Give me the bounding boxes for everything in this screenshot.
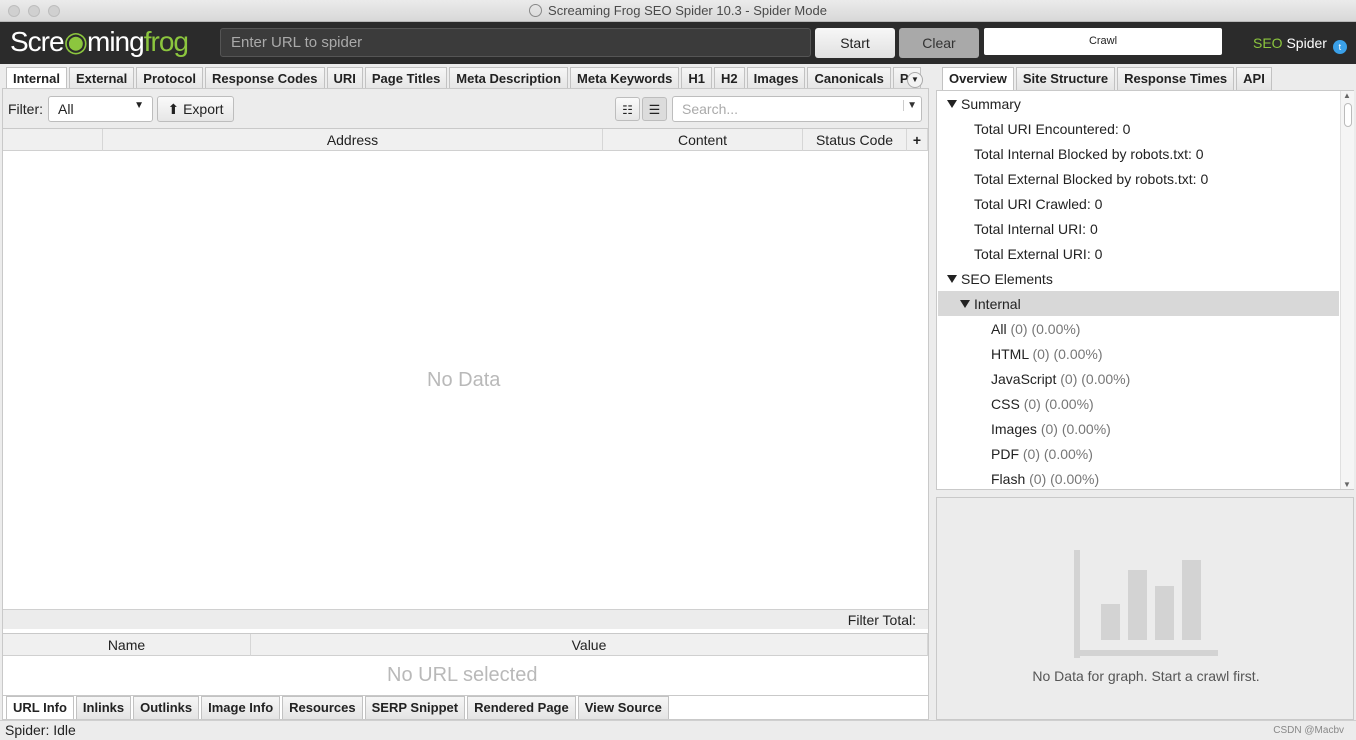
tab-overview[interactable]: Overview [942,67,1014,90]
column-value[interactable]: Value [251,634,928,656]
minimize-window-button[interactable] [28,5,40,17]
tree-internal-item[interactable]: Flash (0) (0.00%) [991,471,1099,487]
overview-scrollbar[interactable]: ▲ ▼ [1340,91,1354,489]
seo-spider-brand: SEO Spider t [1253,35,1347,54]
detail-panel: Name Value No URL selected [2,633,929,696]
clear-button[interactable]: Clear [899,28,979,58]
twitter-icon[interactable]: t [1332,40,1347,54]
tab-inlinks[interactable]: Inlinks [75,696,132,719]
tree-summary-item[interactable]: Total Internal Blocked by robots.txt: 0 [974,146,1204,162]
tab-meta-keywords[interactable]: Meta Keywords [570,67,680,90]
tree-internal-item[interactable]: PDF (0) (0.00%) [991,446,1093,462]
scrollbar-thumb[interactable] [1344,103,1352,127]
tab-site-structure[interactable]: Site Structure [1015,67,1116,90]
main-toolbar: Scre◉mingfrog Enter URL to spider Start … [0,22,1356,64]
overview-tree: Summary Total URI Encountered: 0 Total I… [936,90,1354,490]
expanded-triangle-icon [947,100,957,108]
tree-seo-elements[interactable]: SEO Elements [947,271,1053,287]
tree-internal-item[interactable]: HTML (0) (0.00%) [991,346,1103,362]
tab-api[interactable]: API [1236,67,1272,90]
expanded-triangle-icon [947,275,957,283]
bar-chart-placeholder-icon [1074,550,1218,658]
tree-summary-item[interactable]: Total URI Crawled: 0 [974,196,1102,212]
tab-page-titles[interactable]: Page Titles [364,67,448,90]
main-tabs: Internal External Protocol Response Code… [6,67,923,90]
tree-summary-item[interactable]: Total External Blocked by robots.txt: 0 [974,171,1208,187]
tree-internal-item[interactable]: All (0) (0.00%) [991,321,1080,337]
results-panel: Filter: All ▼ ⬆ Export ☷ ☰ Search... ▼ Add… [2,88,929,720]
no-data-text: No Data [427,369,501,391]
expanded-triangle-icon [960,300,970,308]
tree-summary-item[interactable]: Total Internal URI: 0 [974,221,1098,237]
tree-internal-item[interactable]: JavaScript (0) (0.00%) [991,371,1130,387]
tab-images[interactable]: Images [746,67,806,90]
tree-internal-item[interactable]: Images (0) (0.00%) [991,421,1111,437]
watermark-text: CSDN @Macbv [1273,725,1344,736]
chevron-down-icon: ▼ [134,100,144,111]
column-index[interactable] [3,129,103,151]
window-title: Screaming Frog SEO Spider 10.3 - Spider … [548,3,827,18]
tab-response-times[interactable]: Response Times [1117,67,1235,90]
tab-internal[interactable]: Internal [6,67,67,90]
export-button[interactable]: ⬆ Export [157,96,234,122]
search-dropdown-chevron-icon: ▼ [903,100,917,111]
tab-rendered-page[interactable]: Rendered Page [467,696,576,719]
tab-external[interactable]: External [68,67,135,90]
url-input[interactable]: Enter URL to spider [220,28,811,57]
scroll-down-icon: ▼ [1343,480,1351,489]
column-address[interactable]: Address [103,129,603,151]
detail-tabs: URL Info Inlinks Outlinks Image Info Res… [6,696,671,719]
filter-label: Filter: [8,101,43,117]
tab-url-info[interactable]: URL Info [6,696,74,719]
tab-h2[interactable]: H2 [714,67,745,90]
status-bar: Spider: Idle CSDN @Macbv [0,720,1356,739]
filter-select[interactable]: All ▼ [48,96,153,122]
start-button[interactable]: Start [815,28,895,58]
tab-image-info[interactable]: Image Info [201,696,281,719]
search-input[interactable]: Search... ▼ [672,96,922,122]
spider-status: Spider: Idle [5,722,76,738]
tree-internal-item[interactable]: CSS (0) (0.00%) [991,396,1094,412]
tab-meta-description[interactable]: Meta Description [449,67,569,90]
tab-outlinks[interactable]: Outlinks [133,696,200,719]
filter-total: Filter Total: [3,609,928,629]
tab-view-source[interactable]: View Source [577,696,669,719]
no-url-selected-text: No URL selected [387,664,538,686]
tab-canonicals[interactable]: Canonicals [807,67,891,90]
list-view-icon[interactable]: ☰ [642,97,667,121]
tab-h1[interactable]: H1 [681,67,713,90]
add-column-icon[interactable]: + [907,129,928,151]
tree-summary-item[interactable]: Total External URI: 0 [974,246,1102,262]
tab-uri[interactable]: URI [326,67,363,90]
upload-icon: ⬆ [167,101,180,117]
app-icon [529,4,543,17]
screaming-frog-logo: Scre◉mingfrog [10,26,189,57]
zoom-window-button[interactable] [48,5,60,17]
title-bar: Screaming Frog SEO Spider 10.3 - Spider … [0,0,1356,22]
close-window-button[interactable] [8,5,20,17]
overview-tabs: Overview Site Structure Response Times A… [942,67,1274,90]
tree-summary[interactable]: Summary [947,96,1021,112]
tree-internal[interactable]: Internal [960,296,1021,312]
tab-resources[interactable]: Resources [282,696,363,719]
filter-bar: Filter: All ▼ ⬆ Export ☷ ☰ Search... ▼ [3,89,928,129]
tab-serp-snippet[interactable]: SERP Snippet [364,696,466,719]
graph-panel: No Data for graph. Start a crawl first. [936,497,1354,720]
tabs-overflow-chevron-icon[interactable]: ▼ [907,72,923,88]
scroll-up-icon: ▲ [1343,91,1351,100]
column-name[interactable]: Name [3,634,251,656]
tab-response-codes[interactable]: Response Codes [205,67,325,90]
tab-protocol[interactable]: Protocol [136,67,204,90]
crawl-progress-bar: Crawl [984,28,1222,55]
tree-summary-item[interactable]: Total URI Encountered: 0 [974,121,1130,137]
graph-empty-text: No Data for graph. Start a crawl first. [1032,668,1260,684]
column-content[interactable]: Content [603,129,803,151]
tree-view-icon[interactable]: ☷ [615,97,640,121]
column-status-code[interactable]: Status Code [803,129,907,151]
